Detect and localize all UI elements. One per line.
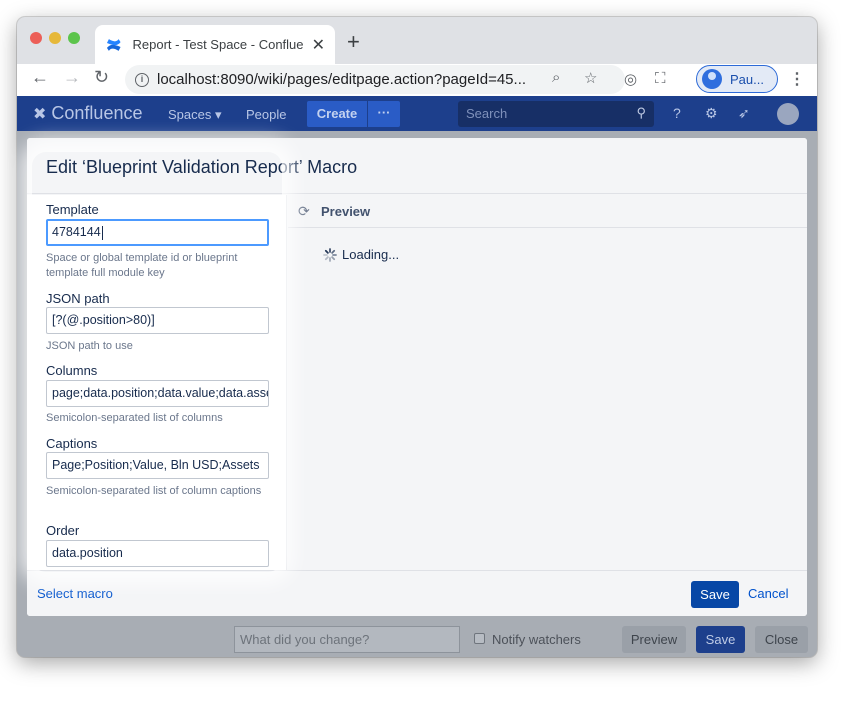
select-macro-link[interactable]: Select macro xyxy=(37,586,113,601)
json-path-help: JSON path to use xyxy=(46,340,133,352)
reload-icon[interactable]: ↻ xyxy=(94,67,109,88)
nav-spaces[interactable]: Spaces ▾ xyxy=(168,107,222,123)
captions-label: Captions xyxy=(46,436,98,451)
zoom-search-icon[interactable]: ⌕ xyxy=(552,69,560,86)
dialog-cancel-link[interactable]: Cancel xyxy=(748,586,788,601)
profile-avatar-icon xyxy=(702,69,722,89)
loading-text: Loading... xyxy=(342,247,400,262)
confluence-logo[interactable]: ✖ Confluence xyxy=(33,103,142,124)
change-comment-input[interactable]: What did you change? xyxy=(234,626,460,653)
tab-close-icon[interactable]: ✕ xyxy=(312,35,325,55)
help-icon[interactable]: ? xyxy=(673,105,681,121)
template-help: Space or global template id or blueprint… xyxy=(46,252,238,279)
user-avatar[interactable] xyxy=(777,103,799,125)
template-label: Template xyxy=(46,202,99,217)
dialog-save-button[interactable]: Save xyxy=(691,581,739,608)
confluence-favicon-icon xyxy=(106,38,121,51)
tab-title: Report - Test Space - Confluence xyxy=(132,37,304,52)
editor-footer-bar: What did you change? Notify watchers Pre… xyxy=(17,618,817,657)
notify-watchers-checkbox[interactable] xyxy=(474,633,485,644)
page-close-button[interactable]: Close xyxy=(755,626,808,653)
confluence-logo-icon: ✖ xyxy=(33,105,47,123)
confluence-logo-text: Confluence xyxy=(51,103,143,123)
macro-edit-dialog: Edit ‘Blueprint Validation Report’ Macro… xyxy=(27,138,807,616)
template-input-value: 4784144 xyxy=(52,225,101,239)
back-arrow-icon[interactable]: ← xyxy=(31,67,49,88)
dialog-footer: Select macro Save Cancel xyxy=(27,570,807,616)
refresh-preview-icon[interactable]: ⟳ xyxy=(298,203,310,220)
tab-strip: Report - Test Space - Confluence ✕ + xyxy=(17,17,817,64)
template-input[interactable]: 4784144 xyxy=(46,219,269,246)
screenshot-icon[interactable]: ⛶ xyxy=(655,70,666,87)
columns-help: Semicolon-separated list of columns xyxy=(46,412,223,424)
create-more-button[interactable]: ··· xyxy=(368,101,400,127)
bookmark-star-icon[interactable]: ☆ xyxy=(584,69,597,87)
new-tab-button[interactable]: + xyxy=(347,29,360,55)
profile-name: Pau... xyxy=(730,71,764,87)
text-caret xyxy=(101,225,103,240)
columns-label: Columns xyxy=(46,363,98,378)
notifications-rocket-icon[interactable]: ➶ xyxy=(738,105,750,122)
confluence-header: ✖ Confluence Spaces ▾ People Create ··· … xyxy=(17,96,817,131)
search-placeholder: Search xyxy=(466,106,508,121)
json-path-input[interactable]: [?(@.position>80)] xyxy=(46,307,269,334)
browser-menu-icon[interactable]: ⋮ xyxy=(789,69,805,89)
preview-label: Preview xyxy=(321,204,371,219)
settings-gear-icon[interactable]: ⚙ xyxy=(705,105,718,122)
preview-header: ⟳ Preview xyxy=(288,195,807,228)
search-input[interactable]: Search ⚲ xyxy=(458,101,654,127)
order-label: Order xyxy=(46,523,80,538)
nav-spaces-label: Spaces xyxy=(168,107,212,122)
site-info-icon[interactable]: i xyxy=(135,72,149,87)
preview-panel: ⟳ Preview Loading... xyxy=(288,195,807,570)
search-icon: ⚲ xyxy=(636,105,646,120)
macro-parameters-panel: Template 4784144 Space or global templat… xyxy=(27,195,287,570)
json-path-label: JSON path xyxy=(46,291,110,306)
close-window-button[interactable] xyxy=(30,32,42,44)
forward-arrow-icon[interactable]: → xyxy=(63,67,81,88)
chevron-down-icon: ▾ xyxy=(215,107,222,122)
captions-help: Semicolon-separated list of column capti… xyxy=(46,485,262,497)
dialog-title: Edit ‘Blueprint Validation Report’ Macro xyxy=(46,157,358,177)
columns-input[interactable]: page;data.position;data.value;data.asset… xyxy=(46,380,269,407)
loading-indicator: Loading... xyxy=(323,247,399,262)
maximize-window-button[interactable] xyxy=(68,32,80,44)
order-input[interactable]: data.position xyxy=(46,540,269,567)
captions-input[interactable]: Page;Position;Value, Bln USD;Assets xyxy=(46,452,269,479)
extension-icon[interactable]: ◎ xyxy=(624,70,637,88)
nav-people[interactable]: People xyxy=(246,107,286,122)
browser-tab-active[interactable]: Report - Test Space - Confluence ✕ xyxy=(95,25,335,64)
address-bar[interactable]: i localhost:8090/wiki/pages/editpage.act… xyxy=(125,65,625,94)
page-preview-button[interactable]: Preview xyxy=(622,626,686,653)
url-text[interactable]: localhost:8090/wiki/pages/editpage.actio… xyxy=(157,71,537,88)
profile-button[interactable]: Pau... xyxy=(696,65,778,93)
create-button[interactable]: Create xyxy=(307,101,367,127)
page-save-button[interactable]: Save xyxy=(696,626,745,653)
minimize-window-button[interactable] xyxy=(49,32,61,44)
dialog-header: Edit ‘Blueprint Validation Report’ Macro xyxy=(27,138,807,194)
browser-toolbar: ← → ↻ i localhost:8090/wiki/pages/editpa… xyxy=(17,64,817,96)
notify-watchers-label: Notify watchers xyxy=(492,632,581,647)
dialog-body: Template 4784144 Space or global templat… xyxy=(27,195,807,570)
loading-spinner-icon xyxy=(323,247,337,262)
browser-window: Report - Test Space - Confluence ✕ + ← →… xyxy=(17,17,817,657)
